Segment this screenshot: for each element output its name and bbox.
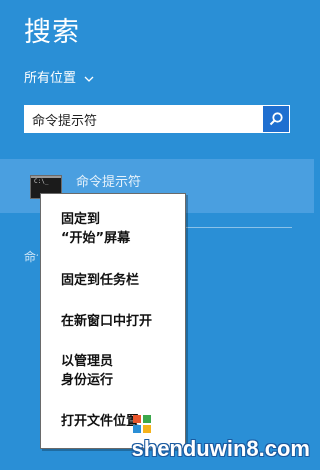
menu-item-pin-to-start[interactable]: 固定到 “开始”屏幕 xyxy=(41,210,185,248)
search-icon xyxy=(269,112,283,126)
menu-item-label: “开始”屏幕 xyxy=(61,231,131,246)
menu-item-pin-to-taskbar[interactable]: 固定到任务栏 xyxy=(41,271,185,290)
icon-prompt-text: C:\_ xyxy=(34,178,49,185)
menu-item-open-file-location[interactable]: 打开文件位置 xyxy=(41,412,185,431)
menu-item-label: 固定到任务栏 xyxy=(61,273,140,288)
search-button[interactable] xyxy=(262,105,290,133)
context-menu: 固定到 “开始”屏幕 固定到任务栏 在新窗口中打开 以管理员 身份运行 打开文件… xyxy=(40,193,186,449)
search-box xyxy=(24,105,290,133)
menu-item-label: 固定到 xyxy=(61,212,101,227)
menu-item-label: 打开文件位置 xyxy=(61,414,140,429)
result-divider xyxy=(186,227,292,228)
search-input[interactable] xyxy=(24,105,262,133)
background-result-label: 命令提示符 xyxy=(24,250,38,264)
menu-item-label: 以管理员 xyxy=(61,354,114,369)
search-scope-selector[interactable]: 所有位置 xyxy=(24,70,94,88)
panel-title: 搜索 xyxy=(24,17,80,48)
watermark: shenduwin8.com xyxy=(131,436,310,461)
menu-item-label: 身份运行 xyxy=(61,373,114,388)
menu-item-run-as-admin[interactable]: 以管理员 身份运行 xyxy=(41,352,185,390)
menu-item-label: 在新窗口中打开 xyxy=(61,314,153,329)
search-scope-label: 所有位置 xyxy=(24,71,77,86)
chevron-down-icon xyxy=(84,76,94,82)
windows-logo-icon xyxy=(133,415,151,433)
menu-item-open-new-window[interactable]: 在新窗口中打开 xyxy=(41,312,185,331)
search-result-label: 命令提示符 xyxy=(76,175,142,190)
